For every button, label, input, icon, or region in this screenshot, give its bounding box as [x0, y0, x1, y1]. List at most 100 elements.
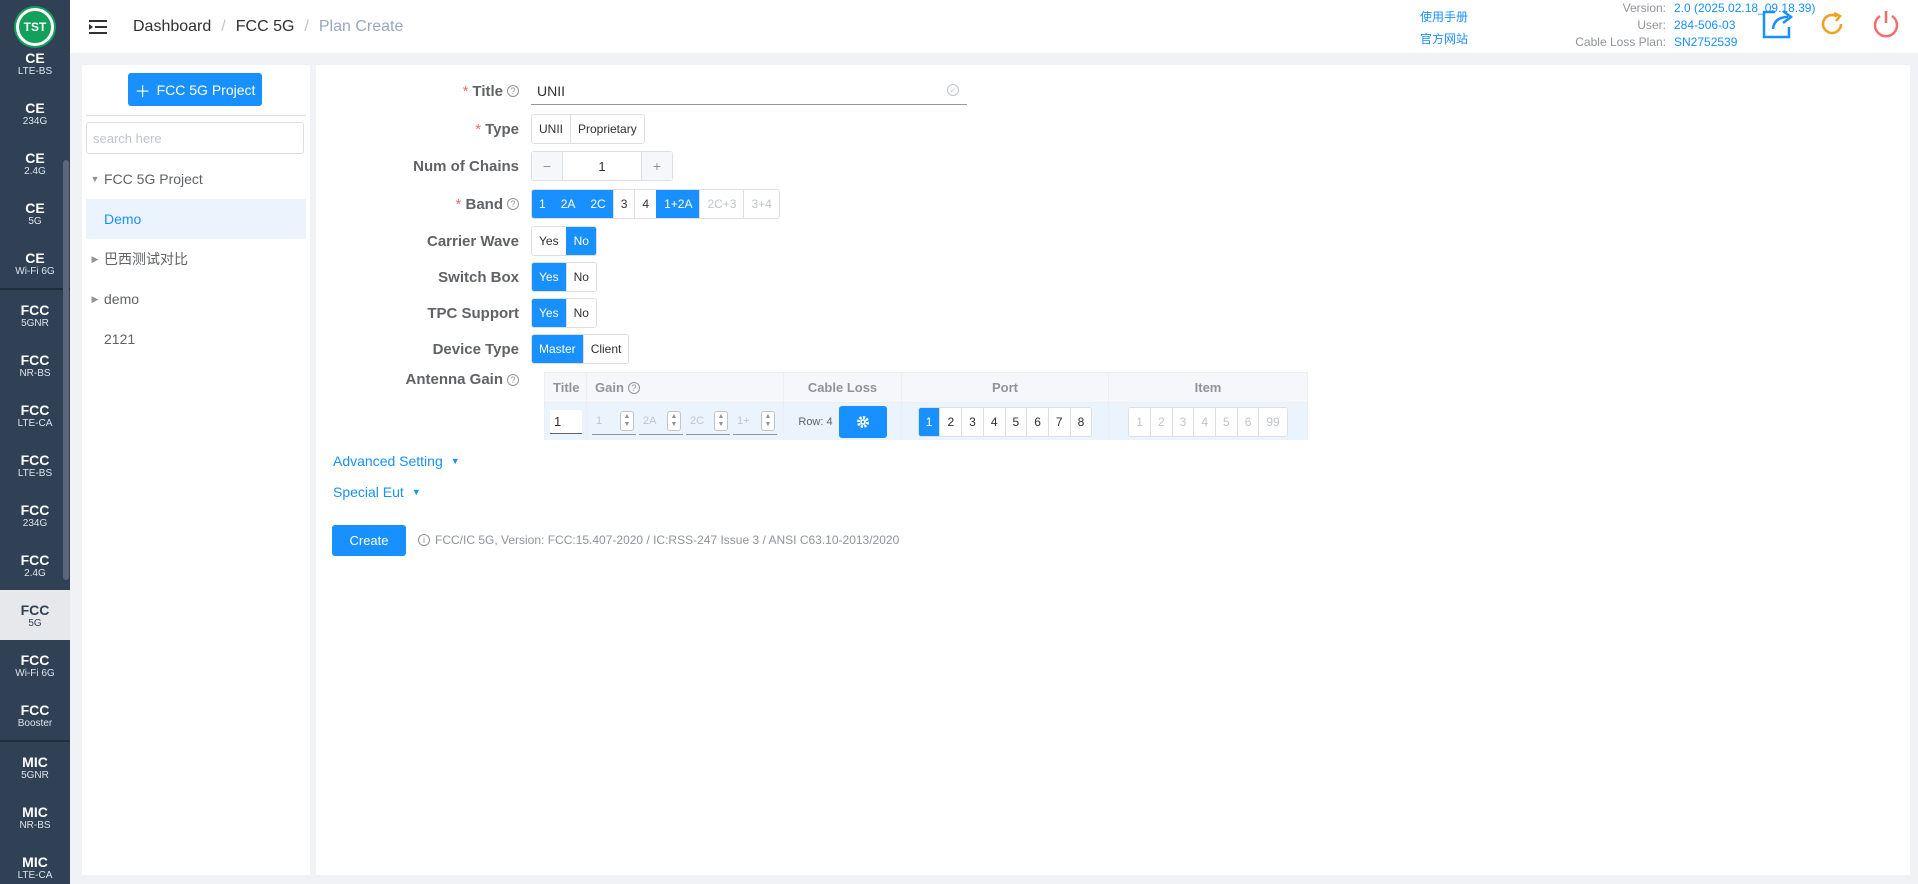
create-button[interactable]: Create: [332, 525, 406, 556]
caret-down-icon: ▼: [411, 487, 421, 497]
website-link[interactable]: 官方网站: [1420, 28, 1468, 50]
spinner-arrows-icon[interactable]: ▲ ▼: [714, 410, 728, 431]
nav-ce-234g[interactable]: CE 234G: [0, 88, 70, 138]
tree-node-demo[interactable]: Demo: [86, 199, 306, 239]
header-port: Port: [902, 373, 1109, 402]
tree-node-label: 2121: [104, 331, 136, 347]
band-1-button[interactable]: 1: [532, 190, 553, 218]
caret-right-icon[interactable]: ▶: [86, 294, 104, 305]
device-client-button[interactable]: Client: [582, 335, 629, 363]
spinner-arrows-icon[interactable]: ▲ ▼: [761, 410, 775, 431]
spinner-arrows-icon[interactable]: ▲ ▼: [667, 410, 681, 431]
nav-ce-5g[interactable]: CE 5G: [0, 188, 70, 238]
project-tree: ▼ FCC 5G Project Demo ▶ 巴西测试对比 ▶ demo 2121: [86, 159, 306, 359]
nav-label: CE: [25, 199, 45, 216]
port-7-button[interactable]: 7: [1047, 407, 1070, 436]
nav-ce-2-4g[interactable]: CE 2.4G: [0, 138, 70, 188]
carrier-wave-no-button[interactable]: No: [565, 227, 596, 255]
gain-1-2a-input[interactable]: 1+ ▲ ▼: [733, 409, 777, 435]
menu-toggle-icon[interactable]: [88, 17, 108, 37]
row-count: Row: 4: [798, 415, 833, 428]
port-1-button[interactable]: 1: [918, 407, 940, 436]
port-8-button[interactable]: 8: [1069, 407, 1092, 436]
help-icon[interactable]: ?: [627, 381, 640, 394]
logo[interactable]: TST: [16, 7, 54, 46]
help-icon[interactable]: ?: [507, 373, 519, 386]
caret-right-icon[interactable]: ▶: [86, 254, 104, 265]
nav-mic-5gnr[interactable]: MIC 5GNR: [0, 742, 70, 792]
port-2-button[interactable]: 2: [939, 407, 962, 436]
gain-title-input[interactable]: 1: [550, 409, 582, 434]
spinner-arrows-icon[interactable]: ▲ ▼: [620, 410, 634, 431]
caret-down-icon[interactable]: ▼: [86, 174, 104, 184]
nav-sub: NR-BS: [19, 819, 51, 831]
nav-sub: LTE-CA: [17, 869, 53, 881]
nav-mic-nr-bs[interactable]: MIC NR-BS: [0, 792, 70, 842]
increment-button[interactable]: +: [642, 152, 672, 180]
nav-fcc-234g[interactable]: FCC 234G: [0, 490, 70, 540]
band-2c-button[interactable]: 2C: [582, 190, 613, 218]
port-6-button[interactable]: 6: [1026, 407, 1048, 436]
nav-ce-wifi6g[interactable]: CE Wi-Fi 6G: [0, 238, 70, 288]
chains-label: Num of Chains: [413, 157, 519, 175]
tpc-no-button[interactable]: No: [565, 299, 596, 327]
gain-2c-input[interactable]: 2C ▲ ▼: [686, 409, 730, 435]
nav-fcc-5g[interactable]: FCC 5G: [0, 590, 70, 640]
nav-fcc-lte-ca[interactable]: FCC LTE-CA: [0, 390, 70, 440]
add-project-button[interactable]: ＋ FCC 5G Project: [128, 73, 262, 106]
sidebar-scrollbar[interactable]: [63, 160, 69, 580]
port-4-button[interactable]: 4: [982, 407, 1005, 436]
breadcrumb-section[interactable]: FCC 5G: [236, 18, 295, 36]
export-icon[interactable]: [1760, 6, 1796, 42]
nav-fcc-lte-bs[interactable]: FCC LTE-BS: [0, 440, 70, 490]
help-icon[interactable]: ?: [507, 85, 519, 97]
decrement-button[interactable]: −: [532, 152, 562, 180]
band-2a-button[interactable]: 2A: [552, 190, 583, 218]
power-icon[interactable]: [1868, 6, 1904, 42]
nav-sub: 2.4G: [24, 567, 46, 579]
cable-loss-settings-button[interactable]: [838, 405, 887, 438]
tree-node-2121[interactable]: 2121: [86, 319, 306, 359]
type-unii-button[interactable]: UNII: [532, 115, 570, 143]
advanced-setting-toggle[interactable]: Advanced Setting ▼: [333, 453, 460, 469]
band-1-2a-button[interactable]: 1+2A: [656, 190, 700, 218]
nav-fcc-booster[interactable]: FCC Booster: [0, 690, 70, 740]
port-3-button[interactable]: 3: [961, 407, 983, 436]
title-input[interactable]: UNII ✓: [531, 77, 967, 105]
nav-fcc-nr-bs[interactable]: FCC NR-BS: [0, 340, 70, 390]
refresh-icon[interactable]: [1814, 6, 1850, 42]
nav-fcc-5gnr[interactable]: FCC 5GNR: [0, 290, 70, 340]
nav-fcc-wifi6g[interactable]: FCC Wi-Fi 6G: [0, 640, 70, 690]
nav-sub: NR-BS: [19, 367, 51, 379]
header-gain: Gain?: [587, 373, 784, 402]
tree-node-demo2[interactable]: ▶ demo: [86, 279, 306, 319]
table-header: Title Gain? Cable Loss Port Item: [545, 373, 1307, 403]
help-icon[interactable]: ?: [507, 198, 519, 210]
tpc-yes-button[interactable]: Yes: [532, 299, 566, 327]
manual-link[interactable]: 使用手册: [1420, 6, 1468, 28]
switch-box-no-button[interactable]: No: [565, 263, 596, 291]
switch-box-label: Switch Box: [438, 268, 519, 286]
gain-1-input[interactable]: 1 ▲ ▼: [592, 409, 636, 435]
nav-sub: LTE-BS: [17, 467, 53, 479]
nav-sub: 2.4G: [24, 165, 46, 177]
band-3-button[interactable]: 3: [612, 190, 635, 218]
band-2c-3-button: 2C+3: [699, 190, 744, 218]
type-proprietary-button[interactable]: Proprietary: [570, 115, 644, 143]
device-master-button[interactable]: Master: [532, 335, 583, 363]
tree-node-root[interactable]: ▼ FCC 5G Project: [86, 159, 306, 199]
switch-box-yes-button[interactable]: Yes: [532, 263, 566, 291]
carrier-wave-yes-button[interactable]: Yes: [532, 227, 566, 255]
band-4-button[interactable]: 4: [634, 190, 657, 218]
search-input[interactable]: [86, 122, 304, 154]
tree-node-brazil[interactable]: ▶ 巴西测试对比: [86, 239, 306, 279]
port-5-button[interactable]: 5: [1004, 407, 1027, 436]
gain-2a-input[interactable]: 2A ▲ ▼: [639, 409, 683, 435]
nav-label: FCC: [20, 301, 50, 318]
top-header: Dashboard / FCC 5G / Plan Create 使用手册 官方…: [70, 0, 1918, 53]
special-eut-toggle[interactable]: Special Eut ▼: [333, 484, 421, 500]
chains-value[interactable]: 1: [562, 152, 642, 180]
nav-mic-lte-ca[interactable]: MIC LTE-CA: [0, 842, 70, 884]
breadcrumb-dashboard[interactable]: Dashboard: [133, 18, 211, 36]
nav-fcc-2-4g[interactable]: FCC 2.4G: [0, 540, 70, 590]
